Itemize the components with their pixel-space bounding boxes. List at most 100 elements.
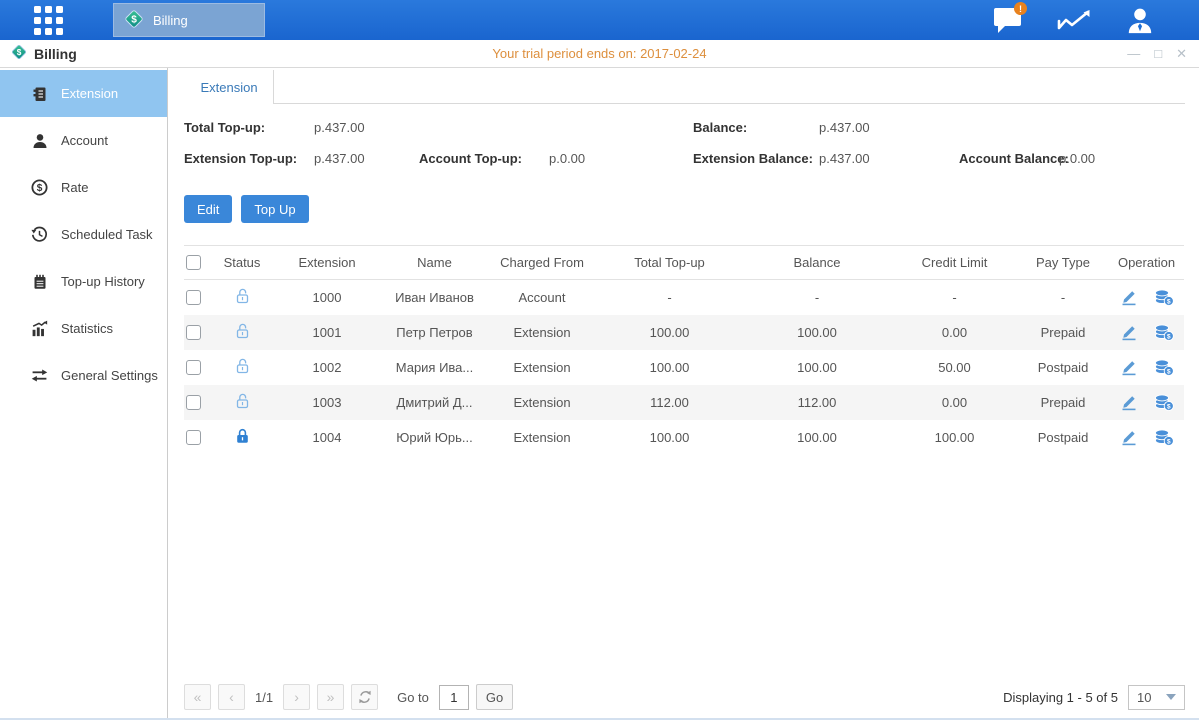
balance-value: p.437.00 [819, 120, 870, 135]
row-checkbox[interactable] [186, 325, 201, 340]
notifications-icon[interactable]: ! [991, 6, 1025, 34]
cell-pay-type: Prepaid [1017, 385, 1109, 420]
sidebar-item-general-settings[interactable]: General Settings [0, 352, 167, 399]
topup-icon[interactable]: $ [1154, 288, 1174, 306]
sidebar-item-label: Extension [61, 86, 118, 101]
topbar-tab-billing[interactable]: $ Billing [113, 3, 265, 37]
extension-balance-label: Extension Balance: [693, 151, 813, 166]
sidebar-item-scheduled-task[interactable]: Scheduled Task [0, 211, 167, 258]
svg-text:$: $ [1166, 333, 1170, 340]
topup-icon[interactable]: $ [1154, 393, 1174, 411]
close-button[interactable]: ✕ [1176, 47, 1187, 60]
pagination-bar: « ‹ 1/1 › » Go to Go Displaying 1 - 5 of… [184, 683, 1185, 711]
cell-pay-type: - [1017, 280, 1109, 315]
sidebar-item-label: Account [61, 133, 108, 148]
cell-name: Юрий Юрь... [382, 420, 487, 455]
row-checkbox[interactable] [186, 430, 201, 445]
user-icon[interactable] [1123, 6, 1157, 34]
svg-text:$: $ [1166, 298, 1170, 305]
sidebar-item-top-up-history[interactable]: Top-up History [0, 258, 167, 305]
apps-grid-icon[interactable] [34, 6, 63, 35]
general-settings-icon [31, 367, 48, 384]
cell-extension: 1000 [272, 280, 382, 315]
prev-page-button[interactable]: ‹ [218, 684, 245, 710]
page-size-select[interactable]: 10 [1128, 685, 1185, 710]
edit-icon[interactable] [1120, 358, 1138, 376]
column-header-charged-from: Charged From [487, 246, 597, 280]
cell-extension: 1002 [272, 350, 382, 385]
last-page-button[interactable]: » [317, 684, 344, 710]
cell-charged-from: Extension [487, 420, 597, 455]
table-row: 1002Мария Ива...Extension100.00100.0050.… [184, 350, 1184, 385]
extension-icon [31, 85, 48, 102]
unlocked-icon [234, 322, 251, 340]
notification-badge: ! [1014, 2, 1027, 15]
sidebar-item-statistics[interactable]: Statistics [0, 305, 167, 352]
total-topup-value: p.437.00 [314, 120, 365, 135]
page-indicator: 1/1 [255, 690, 273, 705]
sidebar-item-rate[interactable]: $Rate [0, 164, 167, 211]
account-topup-value: p.0.00 [549, 151, 585, 166]
column-header-total-top-up: Total Top-up [597, 246, 742, 280]
sidebar-item-label: Statistics [61, 321, 113, 336]
minimize-button[interactable]: — [1127, 47, 1140, 60]
edit-icon[interactable] [1120, 428, 1138, 446]
total-topup-label: Total Top-up: [184, 120, 265, 135]
edit-icon[interactable] [1120, 393, 1138, 411]
cell-extension: 1004 [272, 420, 382, 455]
edit-button[interactable]: Edit [184, 195, 232, 223]
cell-charged-from: Extension [487, 385, 597, 420]
sidebar-item-extension[interactable]: Extension [0, 70, 167, 117]
goto-page-input[interactable] [439, 685, 469, 710]
table-row: 1004Юрий Юрь...Extension100.00100.00100.… [184, 420, 1184, 455]
table-row: 1003Дмитрий Д...Extension112.00112.000.0… [184, 385, 1184, 420]
row-checkbox[interactable] [186, 395, 201, 410]
column-header-credit-limit: Credit Limit [892, 246, 1017, 280]
go-button[interactable]: Go [476, 684, 513, 710]
cell-pay-type: Postpaid [1017, 420, 1109, 455]
account-icon [31, 132, 48, 149]
topbar: $ Billing ! [0, 0, 1199, 40]
cell-total-topup: 100.00 [597, 420, 742, 455]
balance-label: Balance: [693, 120, 747, 135]
column-header-operation: Operation [1109, 246, 1184, 280]
chevron-down-icon [1166, 694, 1176, 700]
top-up-button[interactable]: Top Up [241, 195, 308, 223]
cell-credit-limit: 0.00 [892, 385, 1017, 420]
maximize-button[interactable]: □ [1154, 47, 1162, 60]
refresh-icon[interactable] [351, 684, 378, 710]
extensions-table: StatusExtensionNameCharged FromTotal Top… [184, 245, 1184, 455]
first-page-button[interactable]: « [184, 684, 211, 710]
tab-extension[interactable]: Extension [185, 70, 274, 104]
table-header-row: StatusExtensionNameCharged FromTotal Top… [184, 246, 1184, 280]
edit-icon[interactable] [1120, 323, 1138, 341]
edit-icon[interactable] [1120, 288, 1138, 306]
svg-text:$: $ [1166, 403, 1170, 410]
svg-text:$: $ [17, 48, 22, 57]
chart-icon[interactable] [1057, 6, 1091, 34]
cell-credit-limit: 100.00 [892, 420, 1017, 455]
account-balance-value: p.0.00 [1059, 151, 1095, 166]
next-page-button[interactable]: › [283, 684, 310, 710]
cell-total-topup: 100.00 [597, 350, 742, 385]
cell-extension: 1001 [272, 315, 382, 350]
unlocked-icon [234, 392, 251, 410]
summary-panel: Total Top-up: p.437.00 Balance: p.437.00… [168, 120, 1199, 182]
sidebar-item-label: General Settings [61, 368, 158, 383]
row-checkbox[interactable] [186, 360, 201, 375]
locked-icon [234, 427, 251, 445]
cell-balance: - [742, 280, 892, 315]
topup-icon[interactable]: $ [1154, 358, 1174, 376]
cell-charged-from: Account [487, 280, 597, 315]
row-checkbox[interactable] [186, 290, 201, 305]
display-count-text: Displaying 1 - 5 of 5 [1003, 690, 1118, 705]
column-header-name: Name [382, 246, 487, 280]
cell-name: Петр Петров [382, 315, 487, 350]
topup-icon[interactable]: $ [1154, 428, 1174, 446]
sidebar-item-label: Rate [61, 180, 88, 195]
topup-icon[interactable]: $ [1154, 323, 1174, 341]
sidebar-item-account[interactable]: Account [0, 117, 167, 164]
account-balance-label: Account Balance: [959, 151, 1069, 166]
select-all-checkbox[interactable] [186, 255, 201, 270]
page-size-value: 10 [1137, 690, 1151, 705]
